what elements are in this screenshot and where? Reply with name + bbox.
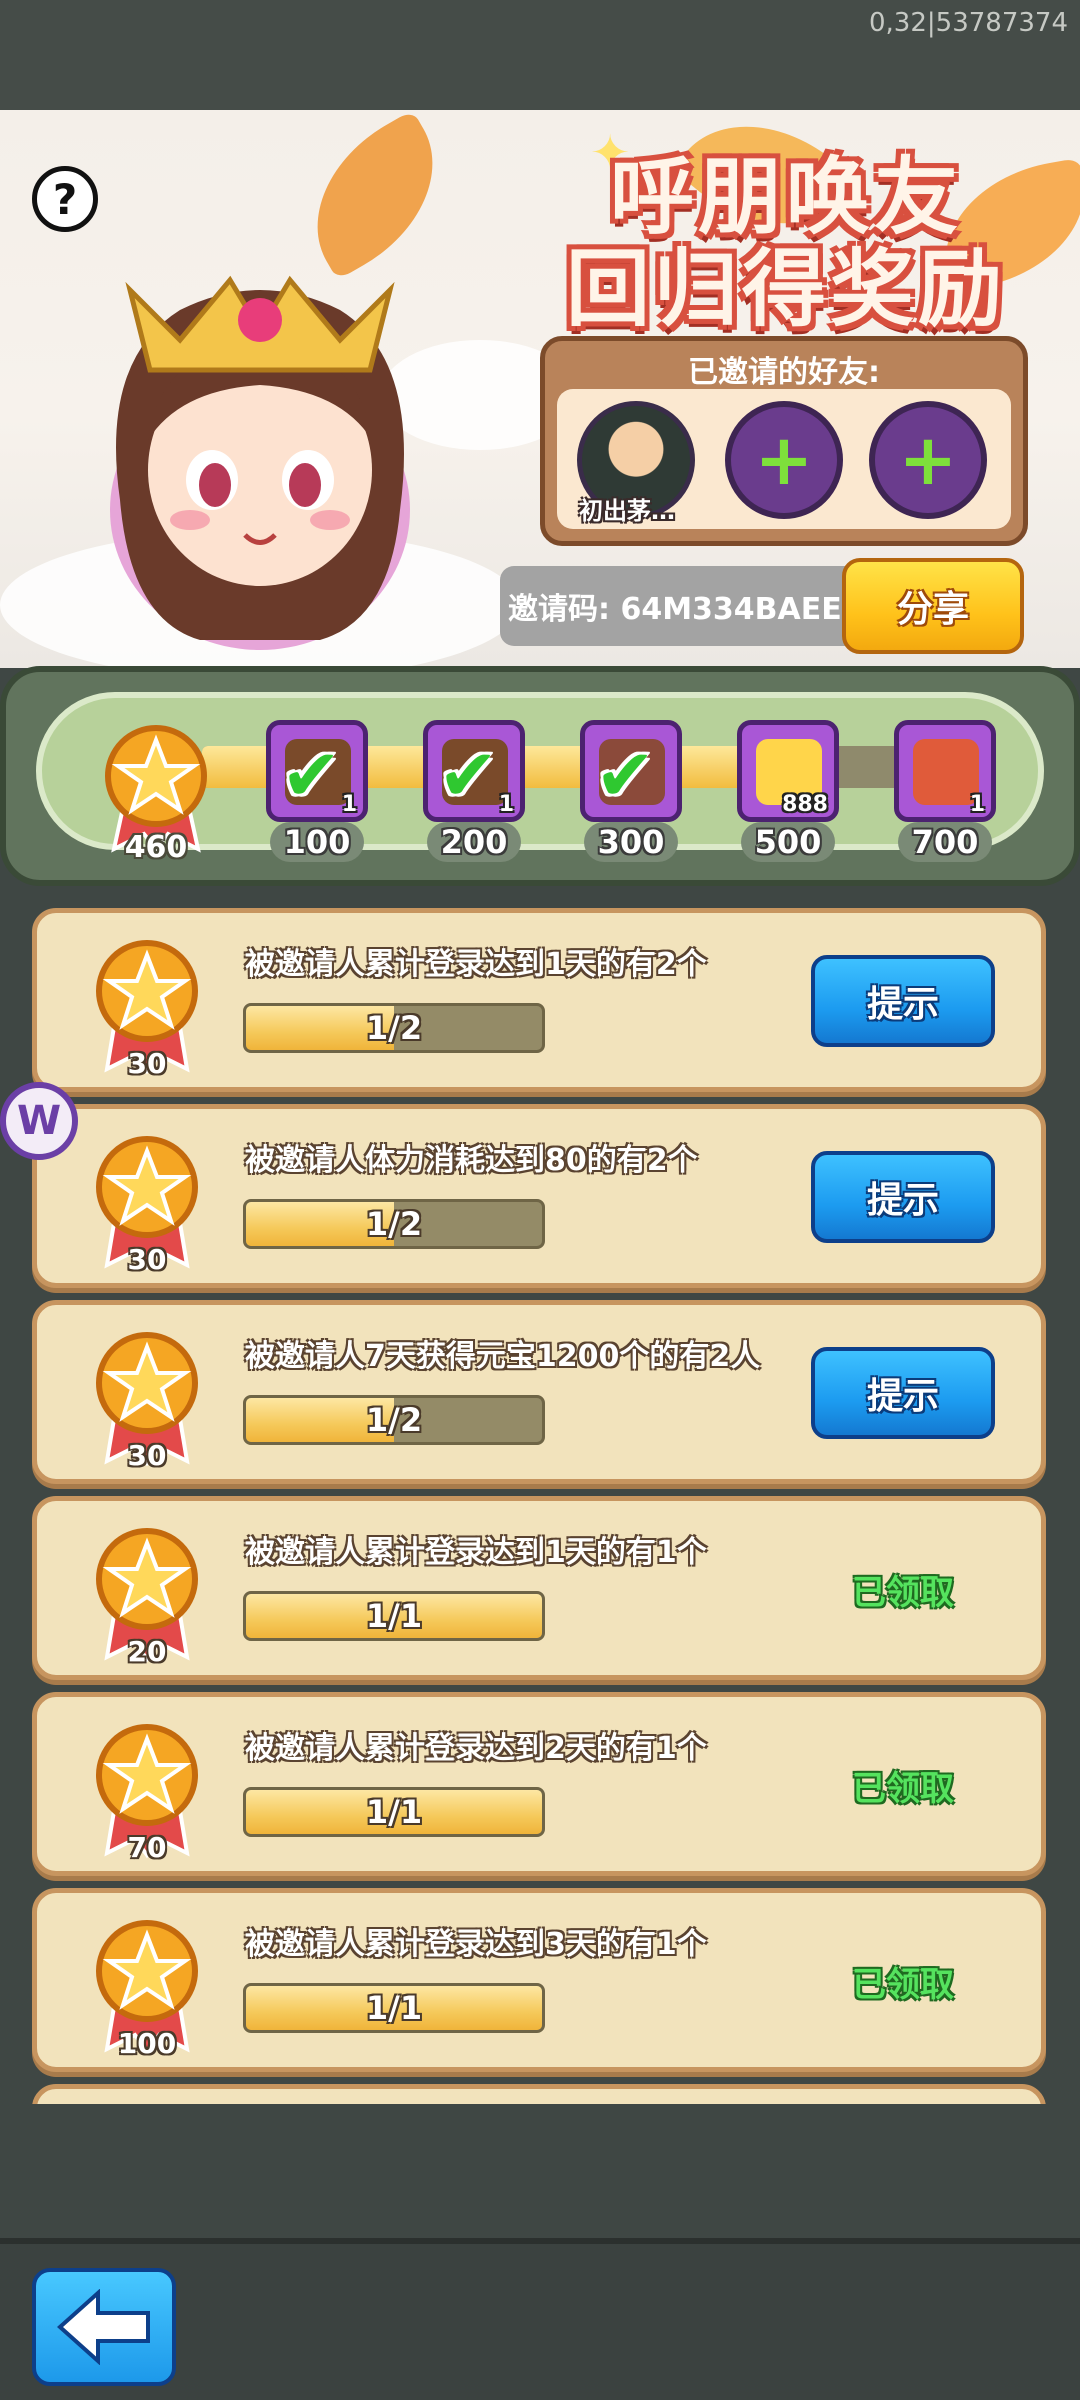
- check-icon: ✔: [595, 733, 656, 817]
- hint-button[interactable]: 提示: [811, 1151, 995, 1243]
- milestone-threshold: 100: [270, 822, 364, 862]
- share-button[interactable]: 分享: [842, 558, 1024, 654]
- milestone-threshold: 500: [741, 822, 835, 862]
- debug-text: 0,32|53787374: [869, 8, 1068, 38]
- task-reward-points: 30: [127, 1439, 167, 1472]
- task-progress-bar: 1/1: [243, 1591, 545, 1641]
- check-icon: ✔: [438, 733, 499, 817]
- milestone-reward-300[interactable]: ✔: [580, 720, 682, 822]
- task-progress-text: 1/1: [365, 1989, 423, 2027]
- task-card: [32, 2084, 1046, 2104]
- task-description: 被邀请人7天获得元宝1200个的有2人: [245, 1339, 761, 1374]
- task-progress-text: 1/2: [365, 1009, 423, 1047]
- hint-button[interactable]: 提示: [811, 1347, 995, 1439]
- task-progress-text: 1/2: [365, 1401, 423, 1439]
- status-bar: 0,32|53787374: [0, 0, 1080, 110]
- back-arrow-icon: [57, 2289, 150, 2365]
- milestone-threshold: 700: [898, 822, 992, 862]
- task-description: 被邀请人累计登录达到1天的有1个: [245, 1535, 707, 1570]
- bottom-bar: [0, 2238, 1080, 2400]
- claimed-status: 已领取: [852, 1573, 954, 1613]
- task-reward-points: 30: [127, 1047, 167, 1080]
- milestone-threshold: 300: [584, 822, 678, 862]
- task-progress-bar: 1/1: [243, 1787, 545, 1837]
- milestone-reward-700[interactable]: 1: [894, 720, 996, 822]
- task-description: 被邀请人累计登录达到2天的有1个: [245, 1731, 707, 1766]
- task-progress-text: 1/1: [365, 1597, 423, 1635]
- task-card: 20 被邀请人累计登录达到1天的有1个 1/1 已领取: [32, 1496, 1046, 1680]
- task-reward-points: 20: [127, 1635, 167, 1668]
- task-reward-points: 70: [127, 1831, 167, 1864]
- floating-assistant-icon[interactable]: W: [0, 1082, 78, 1160]
- total-points: 460: [124, 830, 188, 865]
- task-card: 100 被邀请人累计登录达到3天的有1个 1/1 已领取: [32, 1888, 1046, 2072]
- claimed-status: 已领取: [852, 1965, 954, 2005]
- milestone-reward-500[interactable]: 888: [737, 720, 839, 822]
- invited-friends-title: 已邀请的好友:: [688, 355, 880, 390]
- task-progress-text: 1/2: [365, 1205, 423, 1243]
- task-progress-bar: 1/2: [243, 1003, 545, 1053]
- milestone-count: 1: [498, 792, 514, 817]
- event-banner: ? ✦ 呼朋唤友 回归得奖励 已邀请的好友: 初出茅… + + 邀请码: 64M…: [0, 110, 1080, 668]
- claimed-status: 已领取: [852, 1769, 954, 1809]
- milestone-count: 1: [969, 792, 985, 817]
- milestone-count: 888: [782, 792, 828, 817]
- task-description: 被邀请人累计登录达到1天的有2个: [245, 947, 707, 982]
- check-icon: ✔: [281, 733, 342, 817]
- task-reward-points: 30: [127, 1243, 167, 1276]
- hero-character-illustration: [110, 275, 410, 650]
- task-progress-bar: 1/1: [243, 1983, 545, 2033]
- task-card: 30 被邀请人体力消耗达到80的有2个 1/2 提示: [32, 1104, 1046, 1288]
- task-progress-bar: 1/2: [243, 1199, 545, 1249]
- back-button[interactable]: [32, 2268, 176, 2386]
- task-progress-bar: 1/2: [243, 1395, 545, 1445]
- invited-friends-slots: 初出茅… + +: [557, 389, 1011, 529]
- task-card: 70 被邀请人累计登录达到2天的有1个 1/1 已领取: [32, 1692, 1046, 1876]
- invite-code-field: 邀请码: 64M334BAEE: [500, 566, 860, 646]
- add-friend-slot[interactable]: +: [725, 401, 843, 519]
- task-card: 30 被邀请人累计登录达到1天的有2个 1/2 提示: [32, 908, 1046, 1092]
- friend-name: 初出茅…: [579, 497, 675, 525]
- task-description: 被邀请人累计登录达到3天的有1个: [245, 1927, 707, 1962]
- event-title-line2: 回归得奖励: [566, 240, 1007, 338]
- task-card: 30 被邀请人7天获得元宝1200个的有2人 1/2 提示: [32, 1300, 1046, 1484]
- milestone-count: 1: [341, 792, 357, 817]
- hint-button[interactable]: 提示: [811, 955, 995, 1047]
- milestone-reward-200[interactable]: ✔ 1: [423, 720, 525, 822]
- milestone-threshold: 200: [427, 822, 521, 862]
- milestone-reward-100[interactable]: ✔ 1: [266, 720, 368, 822]
- task-description: 被邀请人体力消耗达到80的有2个: [245, 1143, 698, 1178]
- task-list[interactable]: 30 被邀请人累计登录达到1天的有2个 1/2 提示 30 被邀请人体力消耗达到80的有2…: [32, 908, 1046, 2104]
- milestone-progress-panel: 460 ✔ 1 100 ✔ 1 200 ✔ 300 888 500 1 700: [0, 666, 1080, 886]
- add-friend-slot[interactable]: +: [869, 401, 987, 519]
- invited-friends-panel: 已邀请的好友: 初出茅… + +: [540, 336, 1028, 546]
- task-progress-text: 1/1: [365, 1793, 423, 1831]
- task-reward-points: 100: [117, 2027, 177, 2060]
